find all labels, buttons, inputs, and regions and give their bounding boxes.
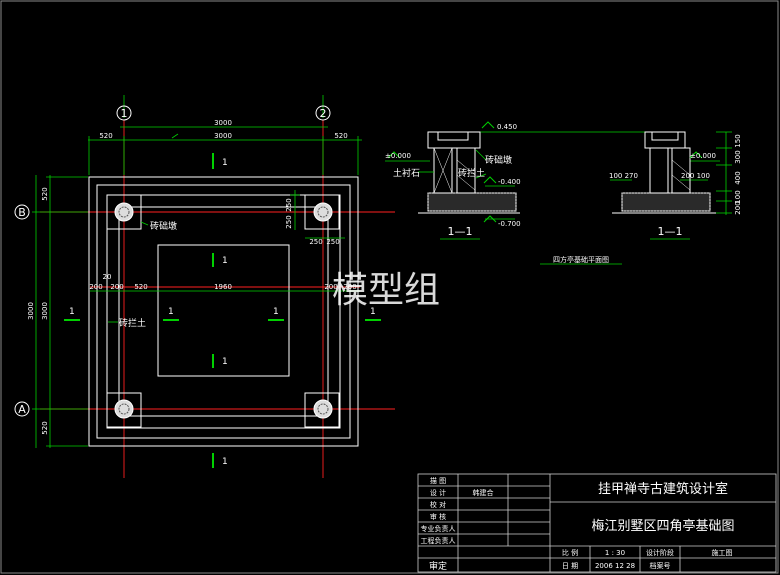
tb-row-3: 审 核 [430, 512, 446, 521]
tb-archive-label: 档案号 [650, 561, 671, 570]
dim-top-left: 520 [99, 132, 112, 140]
axis-bubbles: 1 2 B A [14, 105, 331, 417]
dim-250-c: 250 [309, 238, 322, 246]
tb-institute: 挂甲禅寺古建筑设计室 [598, 481, 728, 497]
section-label-pier: 砖础墩 [485, 154, 512, 166]
tb-phase-value: 施工图 [712, 548, 733, 557]
plan-dimension-lines [32, 95, 362, 448]
section-label-wall: 砖拦土 [458, 167, 485, 179]
dim-right-300: 300 [734, 150, 742, 163]
tb-date-label: 日 期 [562, 562, 578, 570]
dim-left-inner: 3000 [41, 302, 49, 320]
tb-row-0: 描 图 [430, 476, 446, 485]
axis-label-a: A [18, 403, 26, 416]
dim-top-total: 3000 [214, 119, 232, 127]
tb-approved: 审定 [429, 560, 447, 572]
dim-20: 20 [103, 273, 112, 281]
dim-200-100: 200 100 [681, 172, 710, 180]
elev-m700: -0.700 [498, 220, 521, 228]
dim-left-total: 3000 [27, 302, 35, 320]
section-tag-right: 1—1 [658, 225, 683, 238]
dim-200-b: 200 [110, 283, 123, 291]
section-label-stone: 土衬石 [393, 167, 420, 179]
tb-project: 梅江别墅区四角亭基础图 [591, 518, 734, 534]
dim-top-right: 520 [334, 132, 347, 140]
watermark: 模型组 [332, 270, 440, 311]
dim-left-bottom: 520 [41, 421, 49, 434]
section-caption: 四方亭基础平面图 [553, 255, 609, 264]
foundation-section: 0.450 ±0.000 -0.400 -0.700 砖础墩 砖拦土 土衬石 1… [385, 121, 742, 265]
label-wall: 砖拦土 [119, 317, 146, 329]
dim-left-top: 520 [41, 187, 49, 200]
tb-phase-label: 设计阶段 [646, 548, 674, 557]
dim-right-400: 400 [734, 171, 742, 184]
dim-100-270: 100 270 [609, 172, 638, 180]
pier-circles [114, 202, 333, 419]
dim-250-d: 250 [326, 238, 339, 246]
dim-top-inner: 3000 [214, 132, 232, 140]
dim-right-150: 150 [734, 134, 742, 147]
tb-row-4: 专业负责人 [421, 524, 456, 533]
section-mark-top: 1 [222, 158, 228, 168]
section-mark-inner-right: 1 [273, 307, 279, 317]
section-mark-inner-bottom: 1 [222, 357, 228, 367]
tb-scale-value: 1 : 30 [605, 549, 625, 557]
section-mark-left: 1 [69, 307, 75, 317]
plan-dimension-text: 3000 3000 520 520 3000 3000 520 520 250 … [27, 119, 357, 435]
cad-drawing: 1 2 B A 3000 3000 520 520 3000 3000 520 … [0, 0, 779, 574]
elev-zero-right: ±0.000 [690, 152, 716, 160]
title-block: 描 图 设 计 校 对 审 核 专业负责人 工程负责人 韩建合 审定 挂甲禅寺古… [417, 473, 777, 573]
dim-250-b: 250 [285, 215, 293, 228]
elev-zero-left: ±0.000 [385, 152, 411, 160]
section-tag-left: 1—1 [448, 225, 473, 238]
tb-designer: 韩建合 [473, 488, 494, 497]
tb-scale-label: 比 例 [562, 548, 578, 557]
tb-date-value: 2006 12 28 [595, 562, 635, 570]
label-pier: 砖础墩 [150, 220, 177, 232]
dim-right-200: 200 [734, 201, 742, 214]
axis-label-2: 2 [320, 107, 327, 120]
section-mark-inner-top: 1 [222, 256, 228, 266]
axis-label-1: 1 [121, 107, 128, 120]
section-left: 0.450 ±0.000 -0.400 -0.700 砖础墩 砖拦土 土衬石 1… [385, 121, 521, 240]
section-mark-bottom: 1 [222, 457, 228, 467]
dim-1960: 1960 [214, 283, 232, 291]
axis-label-b: B [18, 206, 26, 219]
elev-top: 0.450 [497, 123, 517, 131]
elev-m400: -0.400 [498, 178, 521, 186]
dim-200-a: 200 [89, 283, 102, 291]
dim-250-a: 250 [285, 198, 293, 211]
tb-row-1: 设 计 [430, 488, 446, 497]
tb-row-5: 工程负责人 [421, 536, 456, 545]
section-mark-inner-left: 1 [168, 307, 174, 317]
dim-520: 520 [134, 283, 147, 291]
tb-row-2: 校 对 [430, 500, 446, 509]
